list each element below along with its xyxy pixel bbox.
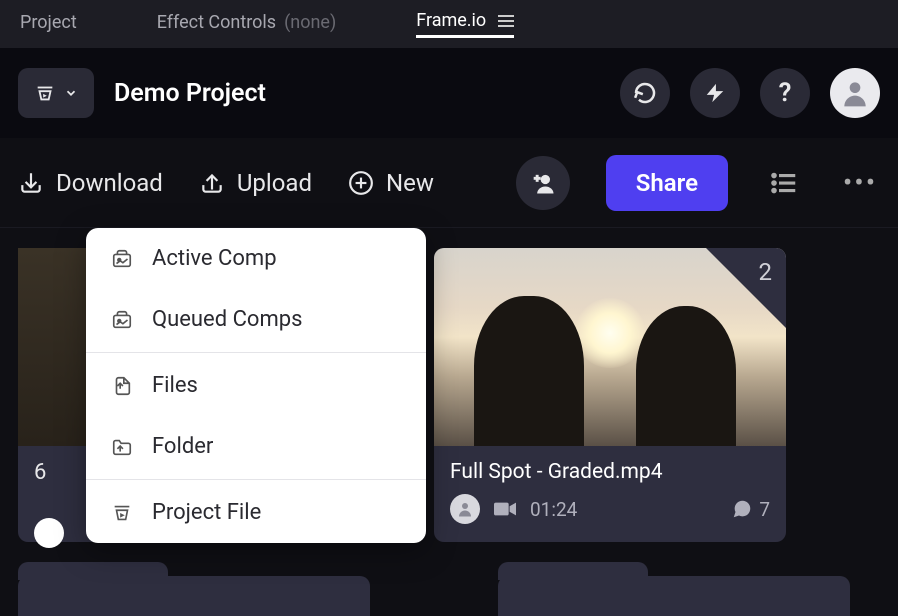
refresh-button[interactable]	[620, 68, 670, 118]
folder-card-peek[interactable]	[498, 576, 850, 616]
user-avatar[interactable]	[830, 68, 880, 118]
menu-label: Project File	[152, 500, 261, 525]
new-upload-menu: Active Comp Queued Comps Files Folder Pr…	[86, 228, 426, 543]
lightning-button[interactable]	[690, 68, 740, 118]
tab-effect-label: Effect Controls	[157, 12, 276, 33]
new-button[interactable]: New	[348, 169, 434, 197]
panel-tabs-bar: Project Effect Controls (none) Frame.io	[0, 0, 898, 48]
collaborator-avatar	[34, 518, 64, 548]
asset-duration: 01:24	[530, 498, 577, 521]
version-count: 2	[759, 258, 773, 286]
asset-meta: Full Spot - Graded.mp4 01:24 7	[434, 446, 786, 542]
tab-effect-none: (none)	[284, 12, 336, 33]
version-badge: 2	[706, 248, 786, 328]
comp-icon	[110, 247, 134, 271]
plus-circle-icon	[348, 170, 374, 196]
menu-label: Folder	[152, 434, 213, 459]
folder-upload-icon	[110, 435, 134, 459]
lightning-icon	[704, 82, 726, 104]
list-icon	[769, 168, 799, 198]
more-actions-button[interactable]: •••	[840, 166, 880, 199]
help-button[interactable]: ?	[760, 68, 810, 118]
user-icon	[456, 500, 474, 518]
download-icon	[18, 170, 44, 196]
uploader-avatar	[450, 494, 480, 524]
asset-title: Full Spot - Graded.mp4	[450, 460, 770, 484]
project-icon	[34, 82, 56, 104]
menu-folder[interactable]: Folder	[86, 416, 426, 477]
asset-label-prefix: 6	[34, 460, 46, 485]
comment-number: 7	[759, 498, 770, 521]
next-row-peek	[18, 576, 850, 616]
upload-icon	[199, 170, 225, 196]
video-icon	[494, 500, 516, 518]
add-collaborator-button[interactable]	[516, 156, 570, 210]
project-header: Demo Project ?	[0, 48, 898, 138]
tab-effect-controls[interactable]: Effect Controls (none)	[157, 12, 337, 37]
upload-label: Upload	[237, 169, 312, 197]
asset-card[interactable]: 2 Full Spot - Graded.mp4 01:24 7	[434, 248, 786, 542]
comment-icon	[731, 498, 753, 520]
menu-project-file[interactable]: Project File	[86, 482, 426, 543]
question-icon: ?	[779, 78, 792, 108]
asset-thumbnail: 2	[434, 248, 786, 446]
chevron-down-icon	[64, 86, 78, 100]
user-icon	[839, 77, 871, 109]
action-toolbar: Download Upload New Share •••	[0, 138, 898, 228]
tab-frameio-label: Frame.io	[416, 10, 486, 31]
menu-label: Files	[152, 373, 198, 398]
refresh-icon	[633, 81, 657, 105]
add-user-icon	[529, 169, 557, 197]
menu-files[interactable]: Files	[86, 355, 426, 416]
comments-count[interactable]: 7	[731, 498, 770, 521]
share-button[interactable]: Share	[606, 155, 728, 211]
menu-label: Active Comp	[152, 246, 277, 271]
project-switcher[interactable]	[18, 68, 94, 118]
project-title: Demo Project	[114, 79, 266, 108]
project-file-icon	[110, 501, 134, 525]
download-label: Download	[56, 169, 163, 197]
menu-separator	[86, 352, 426, 353]
comp-icon	[110, 308, 134, 332]
download-button[interactable]: Download	[18, 169, 163, 197]
list-view-toggle[interactable]	[764, 168, 804, 198]
file-upload-icon	[110, 374, 134, 398]
menu-active-comp[interactable]: Active Comp	[86, 228, 426, 289]
new-label: New	[386, 169, 434, 197]
tab-project[interactable]: Project	[20, 12, 77, 37]
upload-button[interactable]: Upload	[199, 169, 312, 197]
menu-label: Queued Comps	[152, 307, 302, 332]
panel-menu-icon[interactable]	[498, 15, 514, 27]
folder-card-peek[interactable]	[18, 576, 370, 616]
dots-icon: •••	[843, 166, 877, 199]
tab-frameio[interactable]: Frame.io	[416, 10, 514, 38]
menu-separator	[86, 479, 426, 480]
menu-queued-comps[interactable]: Queued Comps	[86, 289, 426, 350]
